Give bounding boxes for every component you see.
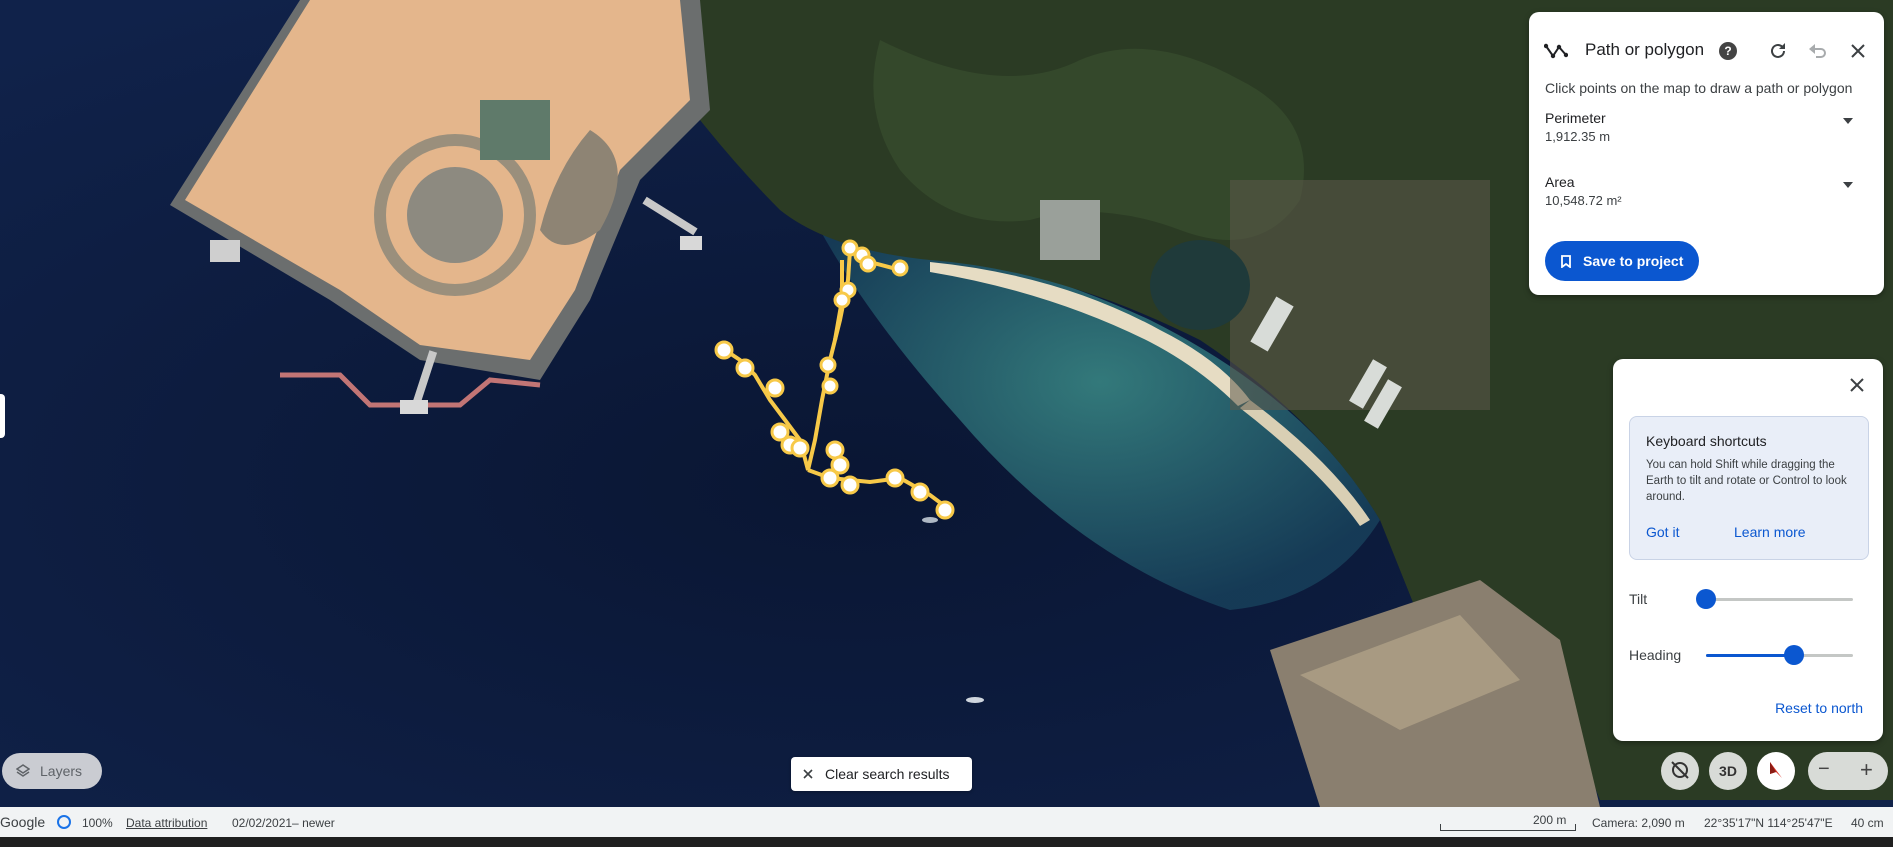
side-panel-handle[interactable] (0, 394, 5, 438)
jetty-head (400, 400, 428, 414)
path-vertex[interactable] (859, 255, 877, 273)
rotate-off-icon (1669, 759, 1691, 784)
keyboard-shortcuts-tip: Keyboard shortcuts You can hold Shift wh… (1629, 416, 1869, 560)
data-attribution-link[interactable]: Data attribution (126, 816, 207, 830)
dock-block (210, 240, 240, 262)
perimeter-value: 1,912.35 m (1545, 129, 1611, 144)
layers-icon (16, 764, 30, 778)
save-to-project-label: Save to project (1583, 253, 1684, 269)
heading-slider[interactable] (1706, 645, 1853, 665)
zoom-out-button[interactable]: − (1818, 758, 1830, 781)
area-row[interactable]: Area 10,548.72 m² (1545, 174, 1865, 208)
heading-slider-fill (1706, 654, 1795, 657)
path-vertex[interactable] (790, 438, 810, 458)
imagery-date: 02/02/2021– newer (232, 816, 335, 830)
got-it-button[interactable]: Got it (1646, 524, 1679, 540)
close-icon[interactable] (1845, 38, 1871, 64)
heading-slider-thumb[interactable] (1784, 645, 1805, 665)
site-buildings (480, 100, 550, 160)
path-vertex[interactable] (735, 358, 755, 378)
close-icon[interactable] (1845, 373, 1869, 397)
path-vertex[interactable] (833, 291, 851, 309)
3d-toggle-button[interactable]: 3D (1709, 752, 1747, 790)
path-vertex[interactable] (885, 468, 905, 488)
heading-label: Heading (1629, 647, 1682, 663)
google-logo: Google (0, 814, 46, 830)
path-vertex[interactable] (765, 378, 785, 398)
path-vertex[interactable] (935, 500, 955, 520)
save-to-project-button[interactable]: Save to project (1545, 241, 1699, 281)
path-tool-icon (1543, 40, 1569, 62)
area-value: 10,548.72 m² (1545, 193, 1622, 208)
layers-label: Layers (40, 763, 83, 779)
bookmark-icon (1561, 254, 1571, 269)
path-vertex[interactable] (910, 482, 930, 502)
perimeter-unit-dropdown-icon[interactable] (1843, 118, 1853, 124)
loading-progress-icon (57, 815, 71, 829)
perimeter-label: Perimeter (1545, 110, 1606, 126)
undo-icon[interactable] (1805, 38, 1831, 64)
building-complex (1040, 200, 1100, 260)
perimeter-row[interactable]: Perimeter 1,912.35 m (1545, 110, 1865, 144)
zoom-control: − + (1808, 752, 1888, 790)
path-vertex[interactable] (819, 356, 837, 374)
view-controls-panel: Keyboard shortcuts You can hold Shift wh… (1613, 359, 1883, 741)
pier-head (680, 236, 702, 250)
compass-icon (1765, 759, 1787, 784)
status-bar: Google 100% Data attribution 02/02/2021–… (0, 807, 1893, 837)
compass-button[interactable] (1757, 752, 1795, 790)
area-label: Area (1545, 174, 1575, 190)
tilt-slider-thumb[interactable] (1696, 589, 1716, 609)
cursor-coordinates: 22°35'17"N 114°25'47"E (1704, 816, 1833, 830)
help-icon[interactable]: ? (1719, 42, 1737, 60)
os-taskbar (0, 837, 1893, 847)
path-vertex[interactable] (891, 259, 909, 277)
developed-area (1230, 180, 1490, 410)
construction-core (407, 167, 503, 263)
zoom-in-button[interactable]: + (1860, 757, 1873, 783)
imagery-resolution: 40 cm (1851, 816, 1884, 830)
area-unit-dropdown-icon[interactable] (1843, 182, 1853, 188)
close-icon (803, 769, 813, 779)
clear-search-results-button[interactable]: Clear search results (791, 757, 972, 791)
measure-hint: Click points on the map to draw a path o… (1545, 80, 1853, 96)
measure-panel: Path or polygon ? Click points on the ma… (1529, 12, 1884, 295)
boat (922, 517, 938, 523)
path-vertex[interactable] (714, 340, 734, 360)
path-vertex[interactable] (840, 475, 860, 495)
clear-search-results-label: Clear search results (825, 766, 950, 782)
measure-panel-title: Path or polygon (1585, 40, 1705, 59)
tip-title: Keyboard shortcuts (1646, 433, 1767, 449)
camera-altitude: Camera: 2,090 m (1592, 816, 1685, 830)
inland-pond (1150, 240, 1250, 330)
auto-rotate-off-button[interactable] (1661, 752, 1699, 790)
reset-to-north-link[interactable]: Reset to north (1775, 700, 1863, 716)
load-percent: 100% (82, 816, 113, 830)
learn-more-link[interactable]: Learn more (1734, 524, 1806, 540)
tilt-slider[interactable] (1696, 589, 1853, 609)
boat (966, 697, 984, 703)
refresh-icon[interactable] (1765, 38, 1791, 64)
tilt-label: Tilt (1629, 591, 1648, 607)
path-vertex[interactable] (820, 468, 840, 488)
path-vertex[interactable] (821, 377, 839, 395)
layers-button[interactable]: Layers (2, 753, 102, 789)
scale-label: 200 m (1533, 813, 1567, 827)
tip-body: You can hold Shift while dragging the Ea… (1646, 459, 1847, 503)
measure-panel-header: Path or polygon ? (1529, 34, 1884, 68)
